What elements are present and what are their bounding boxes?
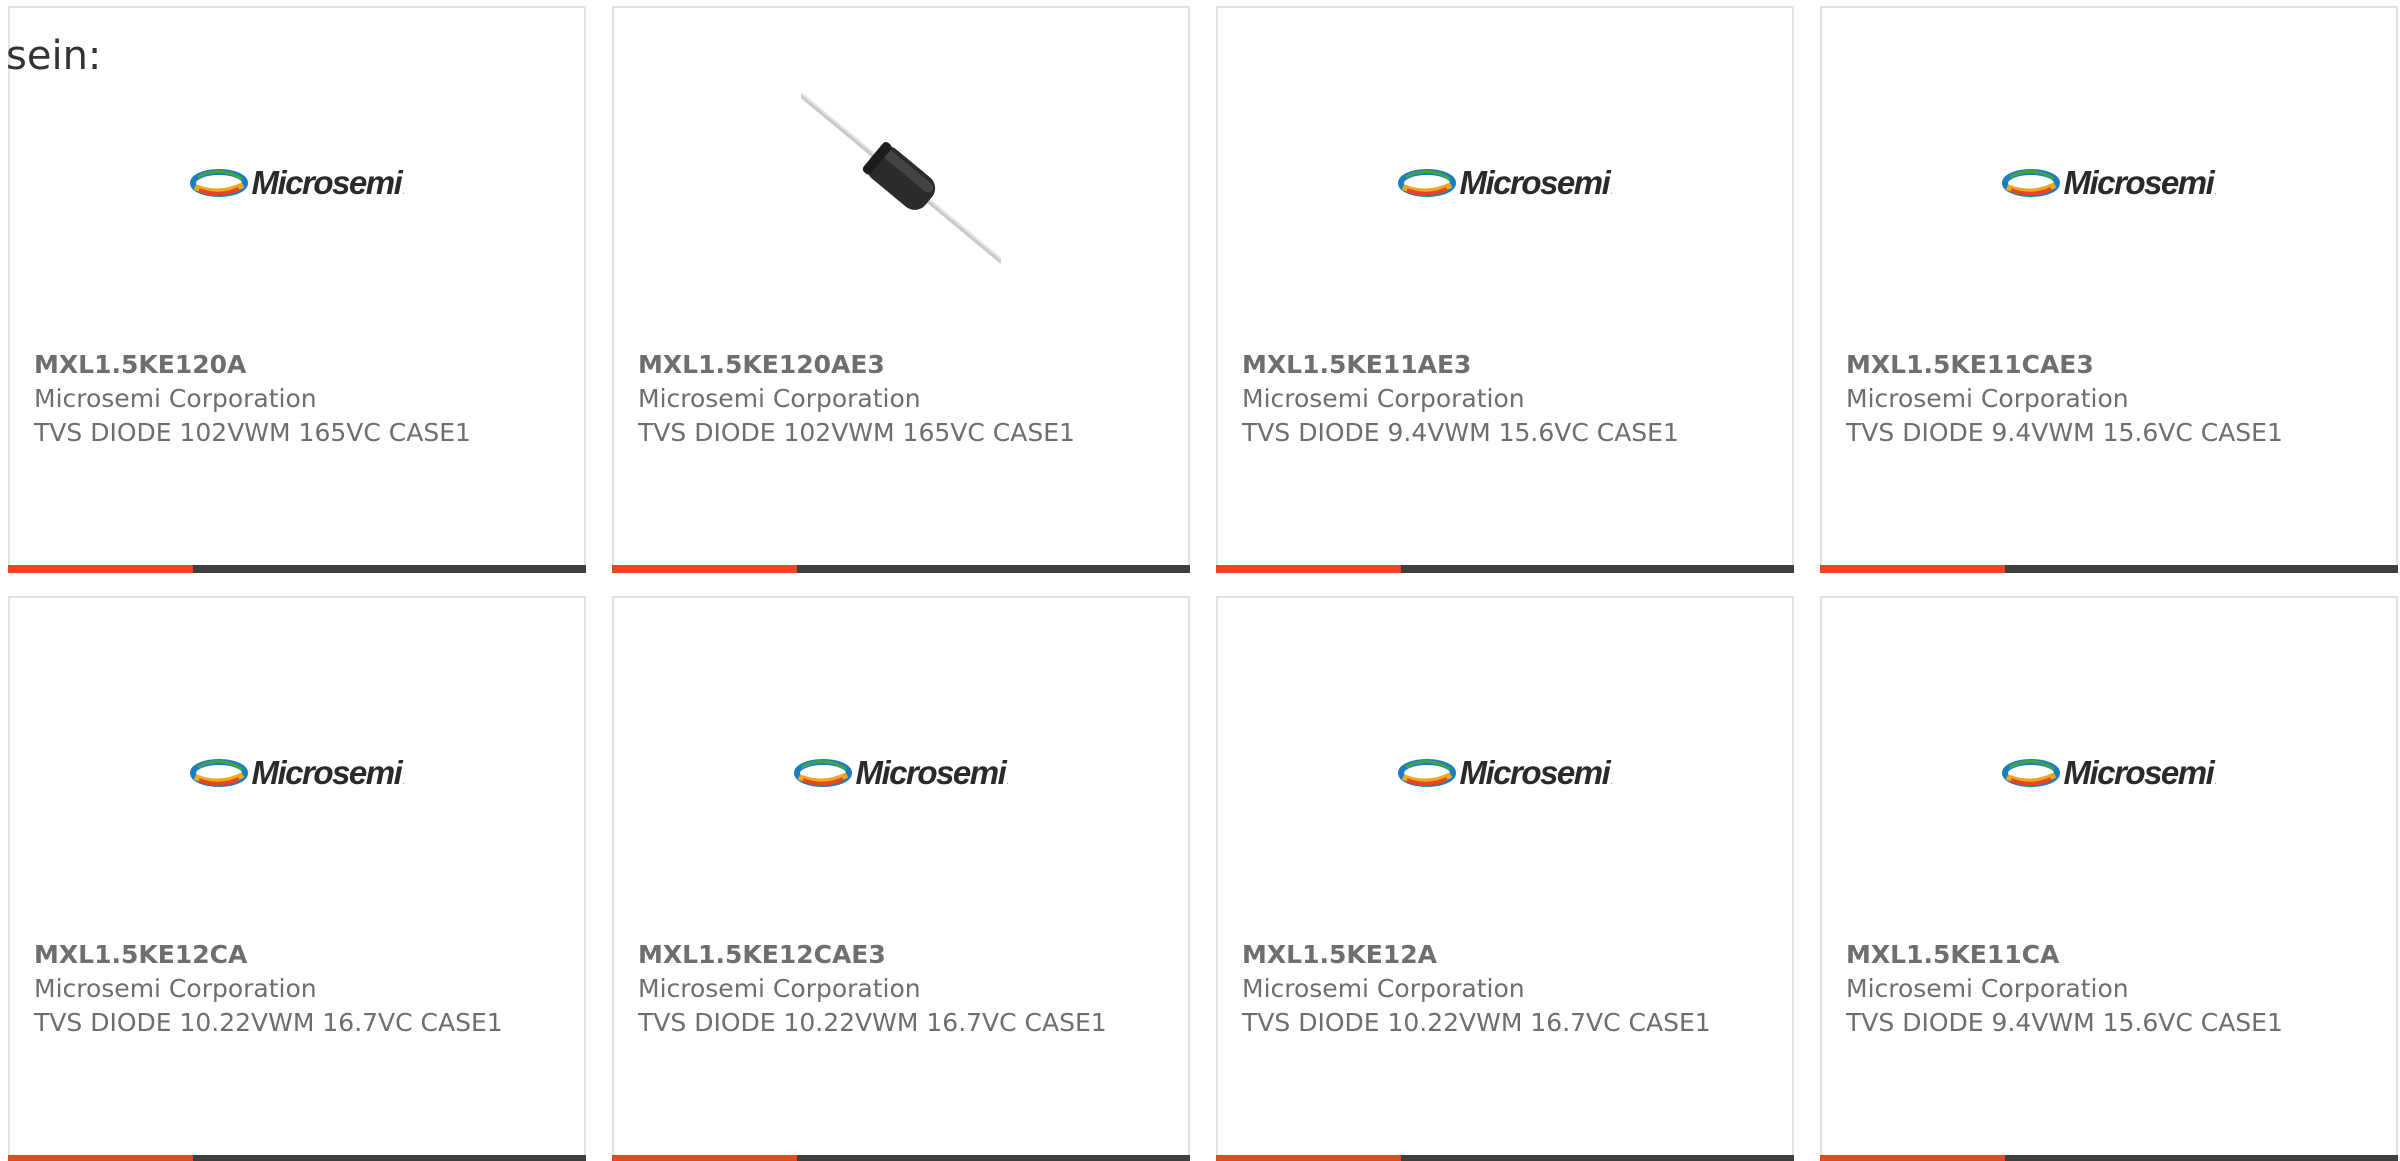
product-info: MXL1.5KE11CA Microsemi Corporation TVS D… — [1846, 938, 2376, 1040]
microsemi-logo: Microsemi . — [1397, 164, 1613, 202]
microsemi-swirl-icon — [793, 759, 852, 787]
product-info: MXL1.5KE120A Microsemi Corporation TVS D… — [34, 348, 564, 450]
product-image-area: Microsemi . — [614, 670, 1188, 876]
product-image-area: Microsemi . — [1218, 80, 1792, 286]
manufacturer-name: Microsemi Corporation — [638, 974, 921, 1003]
card-footer-bar — [612, 1155, 1190, 1161]
product-card[interactable]: Microsemi . MXL1.5KE11CA Microsemi Corpo… — [1820, 596, 2398, 1161]
logo-wordmark: Microsemi — [1459, 754, 1611, 791]
microsemi-swirl-icon — [2001, 169, 2060, 197]
microsemi-swirl-icon — [189, 169, 248, 197]
card-footer-bar — [8, 565, 586, 573]
manufacturer-name: Microsemi Corporation — [34, 384, 317, 413]
product-card[interactable]: Microsemi . MXL1.5KE12CAE3 Microsemi Cor… — [612, 596, 1190, 1161]
product-image-area: Microsemi . — [1218, 670, 1792, 876]
card-footer-bar — [8, 1155, 586, 1161]
product-description: TVS DIODE 10.22VWM 16.7VC CASE1 — [34, 1008, 503, 1037]
microsemi-logo: Microsemi . — [793, 754, 1009, 792]
part-number-link[interactable]: MXL1.5KE120AE3 — [638, 348, 1168, 382]
logo-trademark: . — [2214, 187, 2217, 196]
microsemi-swirl-icon — [1397, 169, 1456, 197]
microsemi-logo: Microsemi . — [2001, 754, 2217, 792]
logo-trademark: . — [402, 187, 405, 196]
microsemi-logo: Microsemi . — [189, 164, 405, 202]
microsemi-logo: Microsemi . — [2001, 164, 2217, 202]
product-grid: Microsemi . MXL1.5KE120A Microsemi Corpo… — [8, 6, 2398, 1161]
product-info: MXL1.5KE11AE3 Microsemi Corporation TVS … — [1242, 348, 1772, 450]
manufacturer-name: Microsemi Corporation — [638, 384, 921, 413]
product-image-area: Microsemi . — [1822, 670, 2396, 876]
product-description: TVS DIODE 10.22VWM 16.7VC CASE1 — [1242, 1008, 1711, 1037]
part-number-link[interactable]: MXL1.5KE12CAE3 — [638, 938, 1168, 972]
logo-trademark: . — [1006, 777, 1009, 786]
product-image-area: Microsemi . — [10, 80, 584, 286]
product-description: TVS DIODE 102VWM 165VC CASE1 — [638, 418, 1075, 447]
product-image-area: Microsemi . — [10, 670, 584, 876]
manufacturer-name: Microsemi Corporation — [1242, 384, 1525, 413]
part-number-link[interactable]: MXL1.5KE120A — [34, 348, 564, 382]
product-info: MXL1.5KE120AE3 Microsemi Corporation TVS… — [638, 348, 1168, 450]
product-card[interactable]: Microsemi . MXL1.5KE12CA Microsemi Corpo… — [8, 596, 586, 1161]
part-number-link[interactable]: MXL1.5KE11CA — [1846, 938, 2376, 972]
manufacturer-name: Microsemi Corporation — [1846, 974, 2129, 1003]
logo-wordmark: Microsemi — [1459, 164, 1611, 201]
card-footer-bar — [1820, 565, 2398, 573]
logo-trademark: . — [1610, 187, 1613, 196]
product-card[interactable]: Microsemi . MXL1.5KE12A Microsemi Corpor… — [1216, 596, 1794, 1161]
logo-wordmark: Microsemi — [2063, 754, 2215, 791]
manufacturer-name: Microsemi Corporation — [1242, 974, 1525, 1003]
logo-wordmark: Microsemi — [251, 164, 403, 201]
logo-wordmark: Microsemi — [251, 754, 403, 791]
product-description: TVS DIODE 10.22VWM 16.7VC CASE1 — [638, 1008, 1107, 1037]
microsemi-logo: Microsemi . — [1397, 754, 1613, 792]
microsemi-swirl-icon — [1397, 759, 1456, 787]
logo-trademark: . — [2214, 777, 2217, 786]
part-number-link[interactable]: MXL1.5KE12CA — [34, 938, 564, 972]
logo-trademark: . — [1610, 777, 1613, 786]
product-info: MXL1.5KE11CAE3 Microsemi Corporation TVS… — [1846, 348, 2376, 450]
card-footer-bar — [1820, 1155, 2398, 1161]
part-number-link[interactable]: MXL1.5KE11CAE3 — [1846, 348, 2376, 382]
card-footer-bar — [612, 565, 1190, 573]
part-number-link[interactable]: MXL1.5KE11AE3 — [1242, 348, 1772, 382]
microsemi-swirl-icon — [2001, 759, 2060, 787]
product-image-area: Microsemi . — [1822, 80, 2396, 286]
product-card[interactable]: Microsemi . MXL1.5KE11AE3 Microsemi Corp… — [1216, 6, 1794, 573]
logo-trademark: . — [402, 777, 405, 786]
microsemi-logo: Microsemi . — [189, 754, 405, 792]
product-info: MXL1.5KE12CA Microsemi Corporation TVS D… — [34, 938, 564, 1040]
product-description: TVS DIODE 9.4VWM 15.6VC CASE1 — [1242, 418, 1679, 447]
product-description: TVS DIODE 9.4VWM 15.6VC CASE1 — [1846, 418, 2283, 447]
logo-wordmark: Microsemi — [2063, 164, 2215, 201]
product-card[interactable]: Microsemi . MXL1.5KE11CAE3 Microsemi Cor… — [1820, 6, 2398, 573]
product-info: MXL1.5KE12A Microsemi Corporation TVS DI… — [1242, 938, 1772, 1040]
card-footer-bar — [1216, 565, 1794, 573]
part-number-link[interactable]: MXL1.5KE12A — [1242, 938, 1772, 972]
product-card[interactable]: Microsemi . MXL1.5KE120A Microsemi Corpo… — [8, 6, 586, 573]
product-info: MXL1.5KE12CAE3 Microsemi Corporation TVS… — [638, 938, 1168, 1040]
microsemi-swirl-icon — [189, 759, 248, 787]
product-description: TVS DIODE 9.4VWM 15.6VC CASE1 — [1846, 1008, 2283, 1037]
lead-text: sein: — [6, 33, 102, 79]
diode-photo-icon — [801, 83, 1001, 283]
card-footer-bar — [1216, 1155, 1794, 1161]
manufacturer-name: Microsemi Corporation — [1846, 384, 2129, 413]
product-card[interactable]: MXL1.5KE120AE3 Microsemi Corporation TVS… — [612, 6, 1190, 573]
product-image-area — [614, 80, 1188, 286]
logo-wordmark: Microsemi — [855, 754, 1007, 791]
product-description: TVS DIODE 102VWM 165VC CASE1 — [34, 418, 471, 447]
manufacturer-name: Microsemi Corporation — [34, 974, 317, 1003]
